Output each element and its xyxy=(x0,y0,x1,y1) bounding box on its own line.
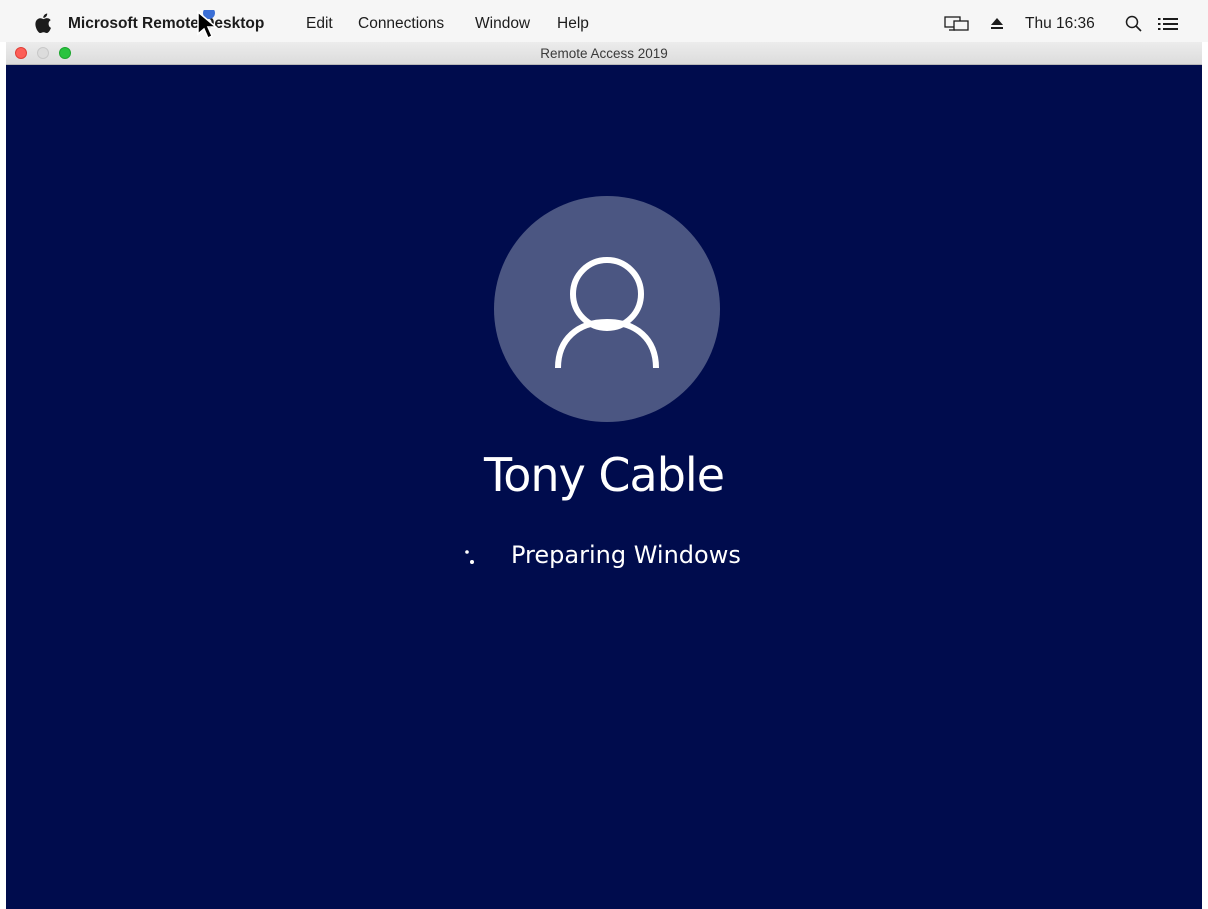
menu-bar: Microsoft Remote Desktop Edit Connection… xyxy=(0,0,1208,42)
window-title-bar[interactable]: Remote Access 2019 xyxy=(6,42,1202,65)
display-icon[interactable] xyxy=(944,16,970,32)
menu-edit[interactable]: Edit xyxy=(306,15,333,33)
list-icon[interactable] xyxy=(1158,17,1178,31)
menu-help[interactable]: Help xyxy=(557,15,589,33)
remote-desktop-view[interactable]: Tony Cable Preparing Windows xyxy=(6,65,1202,909)
window-title: Remote Access 2019 xyxy=(540,46,668,61)
mouse-pointer-icon xyxy=(197,10,219,40)
user-name: Tony Cable xyxy=(483,448,725,502)
menu-window[interactable]: Window xyxy=(475,15,530,33)
loading-spinner-icon xyxy=(465,550,474,564)
app-menu[interactable]: Microsoft Remote Desktop xyxy=(68,15,264,33)
user-icon xyxy=(555,257,659,369)
search-icon[interactable] xyxy=(1125,15,1143,33)
user-avatar xyxy=(494,196,720,422)
apple-icon[interactable] xyxy=(34,12,52,34)
menu-bar-clock[interactable]: Thu 16:36 xyxy=(1025,15,1095,33)
status-text: Preparing Windows xyxy=(511,541,741,569)
menu-connections[interactable]: Connections xyxy=(358,15,444,33)
eject-icon[interactable] xyxy=(990,18,1004,30)
